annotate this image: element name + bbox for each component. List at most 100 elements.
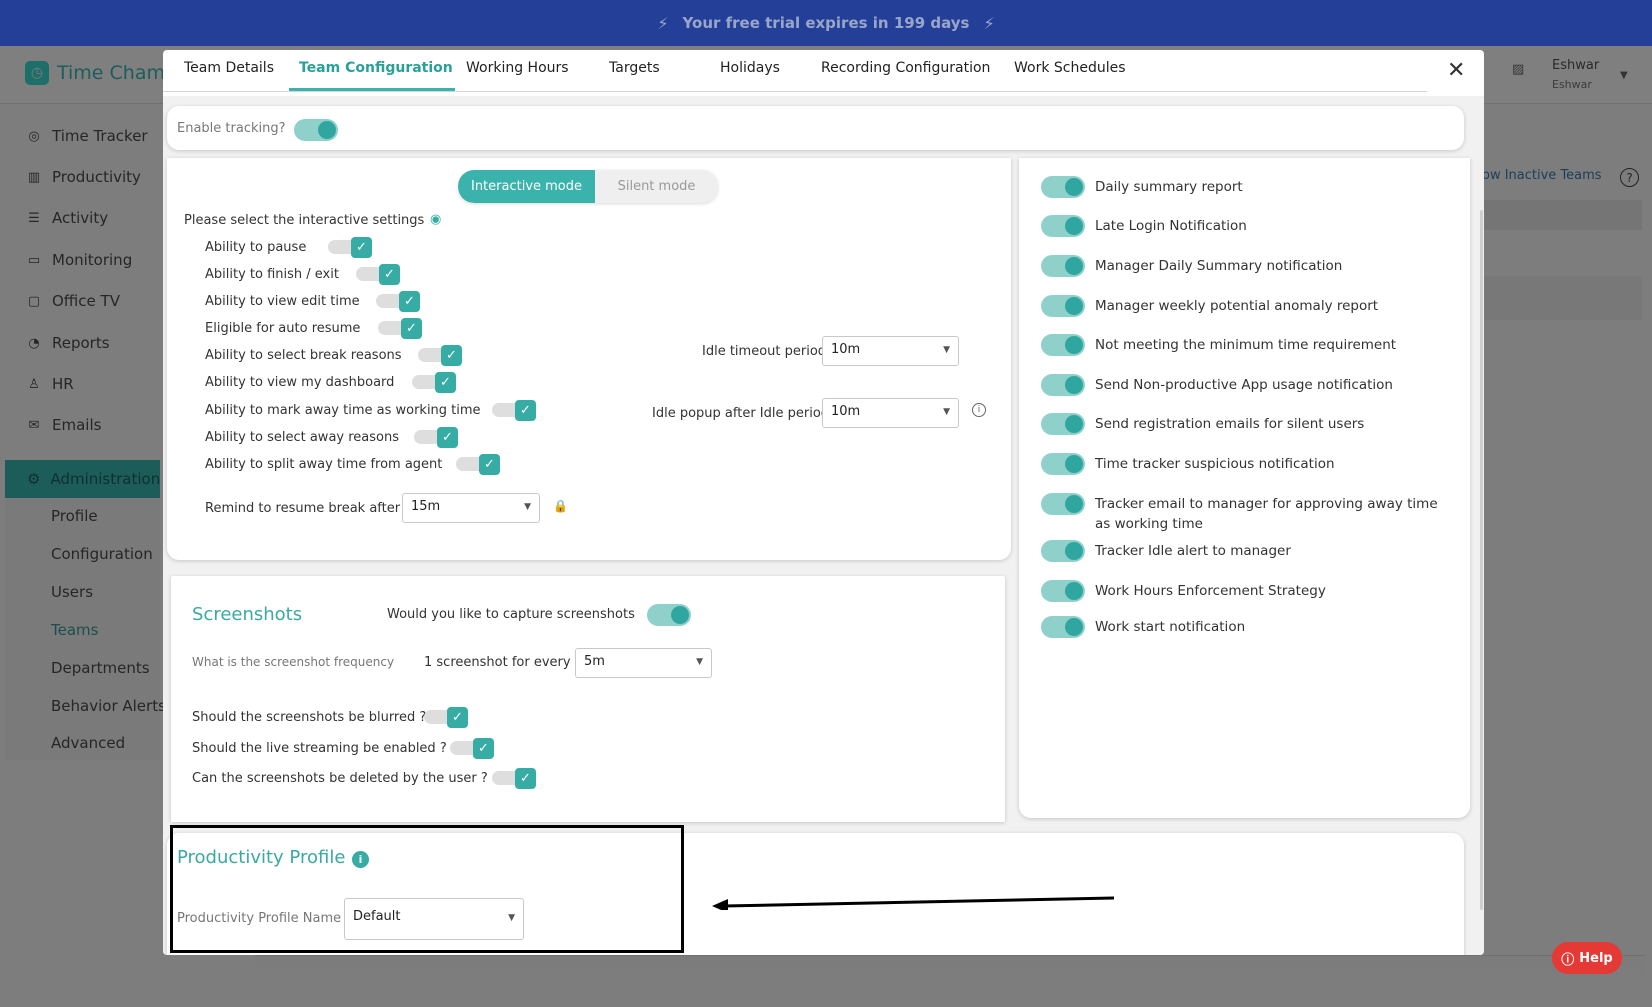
remind-resume-select[interactable]: 15m ▼ — [402, 493, 540, 523]
notification-toggle[interactable] — [1041, 616, 1085, 638]
notification-toggle[interactable] — [1041, 215, 1085, 237]
tab-team-details[interactable]: Team Details — [184, 60, 274, 76]
tab-working-hours[interactable]: Working Hours — [466, 60, 569, 76]
submenu-behavior-alerts[interactable]: Behavior Alerts — [51, 697, 166, 715]
submenu-departments[interactable]: Departments — [51, 659, 150, 677]
away-reasons-checkbox[interactable]: ✓ — [414, 427, 458, 448]
notification-toggle[interactable] — [1041, 580, 1085, 602]
view-dashboard-checkbox[interactable]: ✓ — [412, 372, 456, 393]
reports-icon: ◔ — [28, 335, 40, 351]
select-value: 5m — [584, 654, 605, 669]
sidebar-item-office-tv[interactable]: ▢ Office TV — [26, 292, 120, 310]
interactive-mode-option[interactable]: Interactive mode — [458, 170, 595, 203]
frequency-select[interactable]: 5m ▼ — [575, 648, 712, 678]
notification-toggle[interactable] — [1041, 295, 1085, 317]
annotation-arrow — [712, 896, 1115, 910]
setting-label: Ability to select break reasons — [205, 348, 402, 363]
app-logo[interactable]: ◷ Time Champ — [25, 61, 177, 85]
check-icon: ✓ — [401, 318, 422, 339]
ability-to-pause-checkbox[interactable]: ✓ — [328, 237, 372, 258]
notification-toggle[interactable] — [1041, 255, 1085, 277]
remind-resume-label: Remind to resume break after — [205, 501, 401, 516]
view-edit-time-checkbox[interactable]: ✓ — [376, 291, 420, 312]
caret-down-icon: ▼ — [696, 657, 703, 667]
notification-toggle[interactable] — [1041, 413, 1085, 435]
sidebar-item-label: Activity — [52, 209, 109, 227]
screenshots-title: Screenshots — [192, 604, 303, 625]
notification-label: Send Non-productive App usage notificati… — [1095, 377, 1393, 393]
setting-label: Ability to view my dashboard — [205, 375, 395, 390]
bolt-icon: ⚡ — [657, 13, 669, 33]
capture-screenshots-label: Would you like to capture screenshots — [387, 607, 635, 622]
tab-bar: Team Details Team Configuration Working … — [163, 50, 1427, 92]
delete-screenshots-checkbox[interactable]: ✓ — [492, 768, 536, 789]
sidebar-item-administration[interactable]: ⚙ Administration — [5, 460, 160, 498]
break-reasons-checkbox[interactable]: ✓ — [418, 345, 462, 366]
check-icon: ✓ — [441, 345, 462, 366]
blur-screenshots-checkbox[interactable]: ✓ — [424, 707, 468, 728]
sidebar-item-emails[interactable]: ✉ Emails — [26, 416, 102, 434]
notification-toggle[interactable] — [1041, 493, 1085, 515]
frequency-prefix: 1 screenshot for every — [424, 655, 571, 670]
submenu-users[interactable]: Users — [51, 583, 93, 601]
chevron-down-icon[interactable]: ▼ — [1620, 70, 1628, 81]
modal-scrollbar[interactable] — [1480, 210, 1483, 910]
sidebar-item-time-tracker[interactable]: ◎ Time Tracker — [26, 127, 147, 145]
capture-screenshots-toggle[interactable] — [647, 604, 691, 626]
silent-mode-option[interactable]: Silent mode — [595, 170, 718, 203]
notification-toggle[interactable] — [1041, 453, 1085, 475]
sidebar-item-hr[interactable]: ♙ HR — [26, 375, 74, 393]
help-button[interactable]: ⓘ Help — [1552, 942, 1622, 974]
tab-recording-configuration[interactable]: Recording Configuration — [821, 60, 990, 76]
sidebar-item-activity[interactable]: ☰ Activity — [26, 209, 108, 227]
enable-tracking-toggle[interactable] — [294, 119, 338, 141]
user-menu[interactable]: ▨ Eshwar Eshwar ▼ — [1508, 58, 1648, 98]
away-as-working-checkbox[interactable]: ✓ — [492, 400, 536, 421]
idle-timeout-select[interactable]: 10m ▼ — [822, 336, 959, 366]
info-icon[interactable]: i — [972, 403, 986, 417]
tab-work-schedules[interactable]: Work Schedules — [1014, 60, 1126, 76]
ability-to-finish-checkbox[interactable]: ✓ — [356, 264, 400, 285]
split-away-checkbox[interactable]: ✓ — [456, 454, 500, 475]
submenu-advanced[interactable]: Advanced — [51, 734, 125, 752]
idle-popup-select[interactable]: 10m ▼ — [822, 398, 959, 428]
check-icon: ✓ — [479, 454, 500, 475]
bolt-icon: ⚡ — [983, 13, 995, 33]
submenu-profile[interactable]: Profile — [51, 507, 98, 525]
check-icon: ✓ — [435, 372, 456, 393]
sidebar-item-monitoring[interactable]: ▭ Monitoring — [26, 251, 132, 269]
close-icon[interactable]: ✕ — [1447, 58, 1465, 83]
show-inactive-teams-link[interactable]: ow Inactive Teams — [1482, 168, 1602, 183]
interactive-settings-card: Interactive mode Silent mode Please sele… — [167, 158, 1011, 560]
help-circle-icon[interactable]: ? — [1620, 168, 1639, 187]
caret-down-icon: ▼ — [524, 502, 531, 512]
notification-toggle[interactable] — [1041, 334, 1085, 356]
help-label: Help — [1579, 950, 1613, 966]
notification-toggle[interactable] — [1041, 540, 1085, 562]
tv-icon: ▢ — [27, 293, 41, 309]
auto-resume-checkbox[interactable]: ✓ — [378, 318, 422, 339]
notification-label: Not meeting the minimum time requirement — [1095, 337, 1397, 353]
idle-popup-label: Idle popup after Idle period — [652, 406, 830, 421]
mode-toggle[interactable]: Interactive mode Silent mode — [458, 170, 718, 203]
caret-down-icon: ▼ — [943, 407, 950, 417]
mail-icon: ✉ — [28, 417, 40, 433]
select-value: 10m — [831, 404, 861, 419]
eye-icon[interactable]: ◉ — [430, 212, 441, 227]
notification-toggle[interactable] — [1041, 374, 1085, 396]
submenu-teams[interactable]: Teams — [51, 621, 98, 639]
live-streaming-checkbox[interactable]: ✓ — [450, 738, 494, 759]
user-subtitle: Eshwar — [1552, 78, 1592, 91]
notification-label: Daily summary report — [1095, 179, 1243, 195]
tab-team-configuration[interactable]: Team Configuration — [299, 60, 453, 76]
notification-toggle[interactable] — [1041, 176, 1085, 198]
tab-targets[interactable]: Targets — [609, 60, 660, 76]
tab-holidays[interactable]: Holidays — [720, 60, 780, 76]
idle-timeout-label: Idle timeout period — [702, 344, 827, 359]
notifications-card: Daily summary report Late Login Notifica… — [1019, 158, 1470, 818]
submenu-configuration[interactable]: Configuration — [51, 545, 153, 563]
setting-label: Ability to pause — [205, 240, 307, 255]
sidebar-item-reports[interactable]: ◔ Reports — [26, 334, 109, 352]
sidebar-item-productivity[interactable]: ▥ Productivity — [26, 168, 141, 186]
notification-label: Send registration emails for silent user… — [1095, 416, 1365, 432]
